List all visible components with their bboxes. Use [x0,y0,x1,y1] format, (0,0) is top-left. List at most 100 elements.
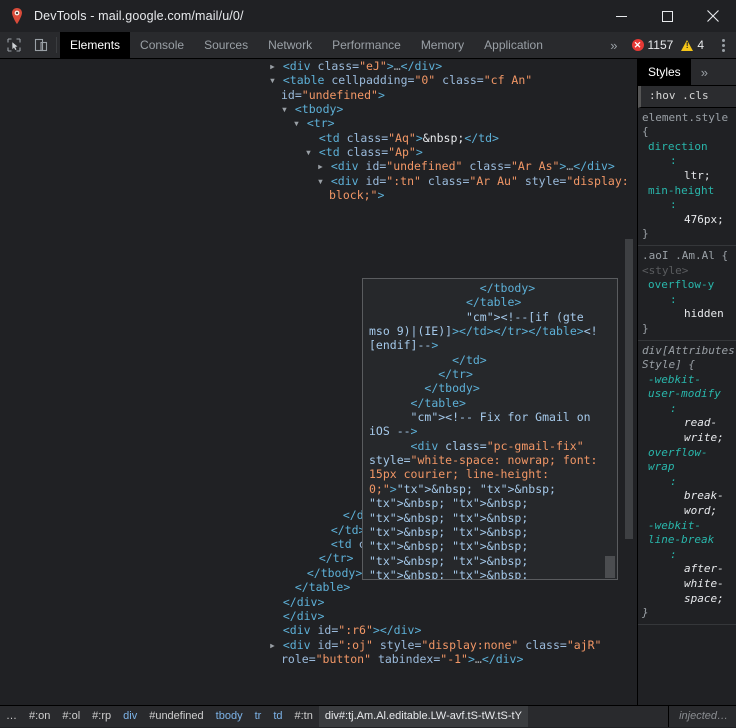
tab-elements[interactable]: Elements [60,32,131,58]
toolbar-divider [56,37,57,53]
window-title-bar: DevTools - mail.google.com/mail/u/0/ [0,0,736,32]
html-edit-content[interactable]: </tbody> </table> "cm"><!--[if (gte mso … [363,281,617,579]
dom-tree-line[interactable]: ▾ <div id=":tn" class="Ar Au" style="dis… [0,174,637,203]
expand-arrow-closed[interactable]: ▸ [317,159,324,173]
dom-tree-line[interactable]: ▾ <tr> [0,116,637,130]
breadcrumb-item[interactable]: tr [249,706,268,727]
breadcrumb-right-label: injected… [668,706,736,727]
style-property-value[interactable]: read-write; [648,416,734,445]
style-rule-selector[interactable]: .aoI .Am.Al { <style> [642,249,734,278]
style-rule-selector[interactable]: element.style { [642,111,734,140]
style-rule-close: } [642,227,649,241]
style-property-value[interactable]: hidden [648,307,734,322]
tab-sources[interactable]: Sources [194,32,258,58]
styles-filter-row[interactable]: :hov .cls [638,86,736,108]
style-property[interactable]: overflow-wrap: break-word; [642,446,734,519]
style-property-name[interactable]: -webkit-line-break [648,519,714,547]
toolbar-right-group: » ✕ 1157 4 [600,32,736,58]
maximize-button[interactable] [644,0,690,32]
styles-footer [638,683,736,705]
html-edit-box[interactable]: </tbody> </table> "cm"><!--[if (gte mso … [362,278,618,580]
dom-tree-line[interactable]: ▸ <div id=":oj" style="display:none" cla… [0,638,637,667]
breadcrumb-item[interactable]: … [0,706,23,727]
expand-arrow-open[interactable]: ▾ [317,174,324,188]
expand-arrow-open[interactable]: ▾ [281,102,288,116]
style-property[interactable]: min-height:476px; [642,184,734,228]
dom-tree-panel[interactable]: ▸ <div class="eJ">…</div> ▾ <table cellpa… [0,59,637,705]
window-title: DevTools - mail.google.com/mail/u/0/ [34,9,244,23]
device-toolbar-icon[interactable] [27,32,54,58]
style-property-name[interactable]: -webkit-user-modify [648,373,721,401]
cls-toggle[interactable]: .cls [682,89,709,102]
style-property[interactable]: overflow-y: hidden [642,278,734,322]
breadcrumb-item[interactable]: #undefined [143,706,209,727]
style-property-value[interactable]: break-word; [648,489,734,518]
breadcrumb-item[interactable]: #:rp [86,706,117,727]
style-rule-source[interactable]: <style> [642,264,688,277]
style-rule[interactable]: .aoI .Am.Al { <style> overflow-y: hidden} [638,246,736,341]
dom-tree-line[interactable]: ▸ <div id="undefined" class="Ar As">…</d… [0,159,637,173]
tab-console[interactable]: Console [130,32,194,58]
error-icon: ✕ [631,39,644,51]
breadcrumb-item[interactable]: tbody [210,706,249,727]
devtools-main: ▸ <div class="eJ">…</div> ▾ <table cellpa… [0,59,736,705]
breadcrumb[interactable]: … #:on #:ol #:rp div #undefined tbody tr td #:tn d… [0,705,736,727]
expand-arrow-closed[interactable]: ▸ [269,638,276,652]
tab-application[interactable]: Application [474,32,553,58]
tab-performance[interactable]: Performance [322,32,411,58]
styles-rules-list[interactable]: element.style {direction: ltr; min-height:… [638,108,736,625]
hov-toggle[interactable]: :hov [649,89,676,102]
style-property[interactable]: direction: ltr; [642,140,734,184]
error-count: 1157 [647,38,674,52]
style-rule-selector[interactable]: div[Attributes Style] { [642,344,735,373]
styles-panel: Styles » :hov .cls element.style {direct… [637,59,736,705]
style-property[interactable]: -webkit-user-modify: read-write; [642,373,734,446]
expand-arrow-closed[interactable]: ▸ [269,59,276,73]
error-counter[interactable]: ✕ 1157 [628,38,678,52]
dom-tree-line[interactable]: </table> [0,580,637,594]
dom-tree-line[interactable]: </div> [0,595,637,609]
kebab-menu-icon[interactable] [712,38,734,52]
tab-styles[interactable]: Styles [638,59,691,85]
breadcrumb-item[interactable]: td [267,706,288,727]
dom-tree-line[interactable]: ▸ <div class="eJ">…</div> [0,59,637,73]
style-property-name[interactable]: overflow-y [648,278,714,291]
styles-body[interactable]: :hov .cls element.style {direction: ltr; m… [638,86,736,705]
dom-tree-line[interactable]: </div> [0,609,637,623]
warning-counter[interactable]: 4 [677,38,708,52]
expand-arrow-open[interactable]: ▾ [293,116,300,130]
style-property-value[interactable]: after-white-space; [648,562,734,606]
dom-tree-line[interactable]: ▾ <tbody> [0,102,637,116]
style-property-name[interactable]: direction [648,140,708,153]
dom-tree-line[interactable]: ▾ <table cellpadding="0" class="cf An" i… [0,73,637,102]
breadcrumb-item[interactable]: #:on [23,706,56,727]
dom-tree-line[interactable]: <td class="Aq">&nbsp;</td> [0,131,637,145]
minimize-button[interactable] [598,0,644,32]
expand-arrow-open[interactable]: ▾ [305,145,312,159]
dom-tree-line[interactable]: <div id=":r6"></div> [0,623,637,637]
style-property-value[interactable]: ltr; [648,169,734,184]
warning-icon [681,39,694,51]
dom-tree-line[interactable]: ▾ <td class="Ap"> [0,145,637,159]
style-property-name[interactable]: overflow-wrap [648,446,708,474]
breadcrumb-item[interactable]: div [117,706,143,727]
more-tabs-icon[interactable]: » [600,38,627,53]
style-rule[interactable]: element.style {direction: ltr; min-height:… [638,108,736,246]
close-button[interactable] [690,0,736,32]
edit-box-scrollbar-thumb[interactable] [605,556,615,578]
edit-box-scrollbar-track[interactable] [605,280,616,578]
breadcrumb-item[interactable]: #:ol [56,706,86,727]
style-property-name[interactable]: min-height [648,184,714,197]
tab-network[interactable]: Network [258,32,322,58]
style-property[interactable]: -webkit-line-break: after-white-space; [642,519,734,607]
breadcrumb-item[interactable]: div#:tj.Am.Al.editable.LW-avf.tS-tW.tS-t… [318,706,528,727]
styles-more-tabs-icon[interactable]: » [691,59,718,85]
style-property-value[interactable]: 476px; [648,213,734,228]
expand-arrow-open[interactable]: ▾ [269,73,276,87]
inspect-element-icon[interactable] [0,32,27,58]
breadcrumb-item[interactable]: #:tn [289,706,319,727]
style-rule[interactable]: div[Attributes Style] {-webkit-user-modi… [638,341,736,625]
tab-memory[interactable]: Memory [411,32,474,58]
breadcrumb-items[interactable]: … #:on #:ol #:rp div #undefined tbody tr td #:tn d… [0,706,528,727]
dom-tree-scrollbar[interactable] [625,239,633,539]
